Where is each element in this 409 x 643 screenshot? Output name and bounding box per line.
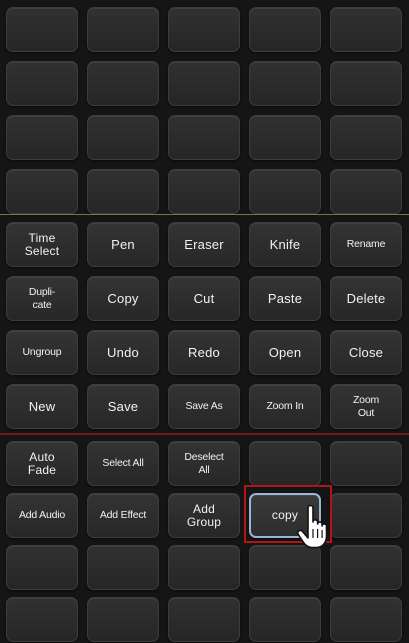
blank-pad[interactable] <box>249 115 321 160</box>
blank-pad[interactable] <box>168 115 240 160</box>
blank-pad[interactable] <box>6 61 78 106</box>
command-button-grid: Time Select Pen Eraser Knife Rename Dupl… <box>6 222 402 429</box>
save-button[interactable]: Save <box>87 384 159 429</box>
new-button[interactable]: New <box>6 384 78 429</box>
blank-pad[interactable] <box>249 7 321 52</box>
blank-pad[interactable] <box>87 115 159 160</box>
blank-pad[interactable] <box>249 597 321 642</box>
blank-pad[interactable] <box>87 61 159 106</box>
deselect-all-button[interactable]: Deselect All <box>168 441 240 486</box>
blank-pad[interactable] <box>168 61 240 106</box>
pen-button[interactable]: Pen <box>87 222 159 267</box>
knife-button[interactable]: Knife <box>249 222 321 267</box>
section-divider-bottom <box>0 433 409 435</box>
blank-pad[interactable] <box>87 169 159 214</box>
blank-pad[interactable] <box>330 441 402 486</box>
zoom-out-button[interactable]: Zoom Out <box>330 384 402 429</box>
blank-pad[interactable] <box>6 169 78 214</box>
select-all-button[interactable]: Select All <box>87 441 159 486</box>
save-as-button[interactable]: Save As <box>168 384 240 429</box>
cut-button[interactable]: Cut <box>168 276 240 321</box>
ungroup-button[interactable]: Ungroup <box>6 330 78 375</box>
blank-pad[interactable] <box>330 597 402 642</box>
auto-fade-button[interactable]: Auto Fade <box>6 441 78 486</box>
blank-pad[interactable] <box>6 7 78 52</box>
blank-pad[interactable] <box>6 115 78 160</box>
hand-pointer-icon <box>296 505 328 549</box>
rename-button[interactable]: Rename <box>330 222 402 267</box>
blank-pad[interactable] <box>168 169 240 214</box>
blank-pad[interactable] <box>249 169 321 214</box>
zoom-in-button[interactable]: Zoom In <box>249 384 321 429</box>
blank-pad[interactable] <box>168 597 240 642</box>
blank-pad[interactable] <box>168 545 240 590</box>
redo-button[interactable]: Redo <box>168 330 240 375</box>
blank-pad[interactable] <box>6 597 78 642</box>
close-button[interactable]: Close <box>330 330 402 375</box>
blank-pad[interactable] <box>87 545 159 590</box>
blank-pad[interactable] <box>330 115 402 160</box>
add-effect-button[interactable]: Add Effect <box>87 493 159 538</box>
blank-pad[interactable] <box>249 61 321 106</box>
section-divider-top <box>0 214 409 215</box>
blank-pad[interactable] <box>330 493 402 538</box>
add-audio-button[interactable]: Add Audio <box>6 493 78 538</box>
duplicate-button[interactable]: Dupli- cate <box>6 276 78 321</box>
blank-pad[interactable] <box>330 7 402 52</box>
paste-button[interactable]: Paste <box>249 276 321 321</box>
blank-pad[interactable] <box>6 545 78 590</box>
add-group-button[interactable]: Add Group <box>168 493 240 538</box>
open-button[interactable]: Open <box>249 330 321 375</box>
control-surface-panel: Time Select Pen Eraser Knife Rename Dupl… <box>0 0 409 643</box>
blank-pad[interactable] <box>249 545 321 590</box>
delete-button[interactable]: Delete <box>330 276 402 321</box>
undo-button[interactable]: Undo <box>87 330 159 375</box>
blank-pad[interactable] <box>330 61 402 106</box>
blank-pad[interactable] <box>87 7 159 52</box>
blank-pad[interactable] <box>249 441 321 486</box>
blank-pad[interactable] <box>87 597 159 642</box>
blank-pad[interactable] <box>330 169 402 214</box>
blank-pad[interactable] <box>330 545 402 590</box>
copy-button[interactable]: Copy <box>87 276 159 321</box>
eraser-button[interactable]: Eraser <box>168 222 240 267</box>
blank-pad-grid <box>6 7 402 214</box>
custom-button-grid: Auto Fade Select All Deselect All Add Au… <box>6 441 402 642</box>
blank-pad[interactable] <box>168 7 240 52</box>
time-select-button[interactable]: Time Select <box>6 222 78 267</box>
